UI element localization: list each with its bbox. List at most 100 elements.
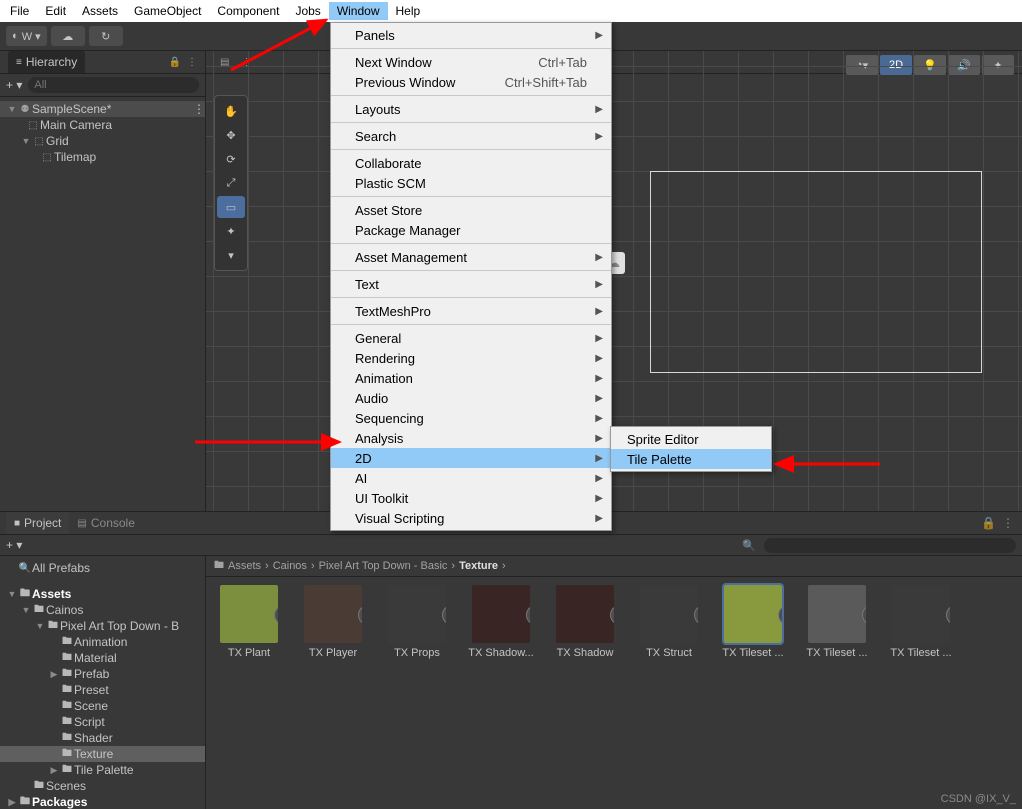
breadcrumb-part[interactable]: Assets [228, 560, 261, 572]
breadcrumb-part[interactable]: Texture [459, 560, 498, 572]
asset-item[interactable]: ▶TX Shadow [550, 585, 620, 659]
favorites-label: All Prefabs [32, 561, 90, 575]
account-button[interactable]: ◐ W ▾ [6, 26, 47, 46]
hierarchy-item[interactable]: ⬚Main Camera [0, 117, 205, 133]
tree-item-material[interactable]: 🖿Material [0, 650, 205, 666]
menubar-item-file[interactable]: File [2, 2, 37, 20]
play-icon[interactable]: ▶ [442, 605, 446, 625]
menu-item-visual-scripting[interactable]: Visual Scripting▶ [331, 508, 611, 528]
menubar-item-jobs[interactable]: Jobs [287, 2, 328, 20]
submenu-item-sprite-editor[interactable]: Sprite Editor [611, 429, 771, 449]
play-icon[interactable]: ▶ [358, 605, 362, 625]
tab-project[interactable]: ■Project [6, 512, 69, 534]
menubar-item-window[interactable]: Window [329, 2, 388, 20]
play-icon[interactable]: ▶ [862, 605, 866, 625]
project-search-input[interactable] [764, 538, 1016, 553]
folder-icon: 🖿 [60, 762, 74, 779]
play-icon[interactable]: ▶ [610, 605, 614, 625]
menu-item-package-manager[interactable]: Package Manager [331, 220, 611, 240]
favorites-row[interactable]: 🔍All Prefabs [0, 560, 205, 576]
tree-item-animation[interactable]: 🖿Animation [0, 634, 205, 650]
menubar-item-component[interactable]: Component [209, 2, 287, 20]
menu-item-layouts[interactable]: Layouts▶ [331, 99, 611, 119]
asset-item[interactable]: ▶ TX Player [298, 585, 368, 659]
tree-item-tile-palette[interactable]: ▶🖿Tile Palette [0, 762, 205, 778]
asset-item[interactable]: ▶TX Tileset ... [718, 585, 788, 659]
submenu-item-tile-palette[interactable]: Tile Palette [611, 449, 771, 469]
custom-tool[interactable]: ▾ [217, 244, 245, 266]
menubar-item-gameobject[interactable]: GameObject [126, 2, 209, 20]
transform-tool[interactable]: ✦ [217, 220, 245, 242]
menu-item-rendering[interactable]: Rendering▶ [331, 348, 611, 368]
asset-name: TX Player [296, 647, 370, 659]
menu-item-text[interactable]: Text▶ [331, 274, 611, 294]
lock-icon[interactable]: 🔒 [981, 516, 996, 530]
scale-tool[interactable]: ⤢ [217, 172, 245, 194]
rect-tool[interactable]: ▭ [217, 196, 245, 218]
rotate-tool[interactable]: ⟳ [217, 148, 245, 170]
asset-item[interactable]: ▶TX Props [382, 585, 452, 659]
play-icon[interactable]: ▶ [946, 605, 950, 625]
menu-item-previous-window[interactable]: Previous WindowCtrl+Shift+Tab [331, 72, 611, 92]
menubar-item-help[interactable]: Help [388, 2, 429, 20]
move-tool[interactable]: ✥ [217, 124, 245, 146]
hierarchy-tab[interactable]: ≡Hierarchy [8, 51, 85, 73]
menu-item-plastic-scm[interactable]: Plastic SCM [331, 173, 611, 193]
tree-item-assets[interactable]: ▼🖿Assets [0, 586, 205, 602]
add-asset-button[interactable]: + ▾ [6, 538, 22, 552]
play-icon[interactable]: ▶ [778, 605, 782, 625]
menu-item-next-window[interactable]: Next WindowCtrl+Tab [331, 52, 611, 72]
tree-item-scene[interactable]: 🖿Scene [0, 698, 205, 714]
hand-tool[interactable]: ✋ [217, 100, 245, 122]
more-icon[interactable]: ⋮ [187, 57, 197, 68]
menu-item-general[interactable]: General▶ [331, 328, 611, 348]
scene-more-icon[interactable]: ⋮ [193, 102, 205, 116]
menubar: FileEditAssetsGameObjectComponentJobsWin… [0, 0, 1022, 22]
breadcrumb-part[interactable]: Cainos [273, 560, 307, 572]
menu-item-ui-toolkit[interactable]: UI Toolkit▶ [331, 488, 611, 508]
menu-item-search[interactable]: Search▶ [331, 126, 611, 146]
menu-item-animation[interactable]: Animation▶ [331, 368, 611, 388]
tree-item-preset[interactable]: 🖿Preset [0, 682, 205, 698]
hierarchy-search-input[interactable] [28, 77, 199, 93]
hierarchy-item[interactable]: ▼⬚Grid [0, 133, 205, 149]
menu-item-asset-store[interactable]: Asset Store [331, 200, 611, 220]
tree-item-cainos[interactable]: ▼🖿Cainos [0, 602, 205, 618]
project-panel: ■Project ▤Console 🔒 ⋮ + ▾ 🔍 🔍All Prefabs… [0, 511, 1022, 809]
play-icon[interactable]: ▶ [274, 605, 278, 625]
tree-item-packages[interactable]: ▶🖿Packages [0, 794, 205, 809]
asset-item[interactable]: ▶TX Tileset ... [886, 585, 956, 659]
menu-item-analysis[interactable]: Analysis▶ [331, 428, 611, 448]
add-button[interactable]: + ▾ [6, 78, 22, 92]
tree-item-pixel-art-top-down---b[interactable]: ▼🖿Pixel Art Top Down - B [0, 618, 205, 634]
asset-item[interactable]: ▶TX Shadow... [466, 585, 536, 659]
asset-item[interactable]: ▶TX Tileset ... [802, 585, 872, 659]
menu-item-asset-management[interactable]: Asset Management▶ [331, 247, 611, 267]
asset-item[interactable]: ▶TX Struct [634, 585, 704, 659]
cloud-button[interactable]: ☁ [51, 26, 85, 46]
asset-item[interactable]: ▶TX Plant [214, 585, 284, 659]
play-icon[interactable]: ▶ [526, 605, 530, 625]
menubar-item-assets[interactable]: Assets [74, 2, 126, 20]
hierarchy-item[interactable]: ⬚Tilemap [0, 149, 205, 165]
menu-item-ai[interactable]: AI▶ [331, 468, 611, 488]
play-icon[interactable]: ▶ [694, 605, 698, 625]
tab-console[interactable]: ▤Console [69, 512, 142, 534]
menu-item-sequencing[interactable]: Sequencing▶ [331, 408, 611, 428]
scene-row[interactable]: ▼⚉SampleScene*⋮ [0, 101, 205, 117]
menu-item-2d[interactable]: 2D▶ [331, 448, 611, 468]
lock-icon[interactable]: 🔒 [169, 57, 181, 68]
tree-item-texture[interactable]: 🖿Texture [0, 746, 205, 762]
tree-item-shader[interactable]: 🖿Shader [0, 730, 205, 746]
menu-item-audio[interactable]: Audio▶ [331, 388, 611, 408]
more-icon[interactable]: ⋮ [1002, 516, 1014, 530]
menubar-item-edit[interactable]: Edit [37, 2, 74, 20]
menu-item-collaborate[interactable]: Collaborate [331, 153, 611, 173]
breadcrumb-part[interactable]: Pixel Art Top Down - Basic [319, 560, 448, 572]
tree-item-prefab[interactable]: ▶🖿Prefab [0, 666, 205, 682]
menu-item-textmeshpro[interactable]: TextMeshPro▶ [331, 301, 611, 321]
history-button[interactable]: ↻ [89, 26, 123, 46]
tree-item-scenes[interactable]: 🖿Scenes [0, 778, 205, 794]
menu-item-panels[interactable]: Panels▶ [331, 25, 611, 45]
tree-item-script[interactable]: 🖿Script [0, 714, 205, 730]
